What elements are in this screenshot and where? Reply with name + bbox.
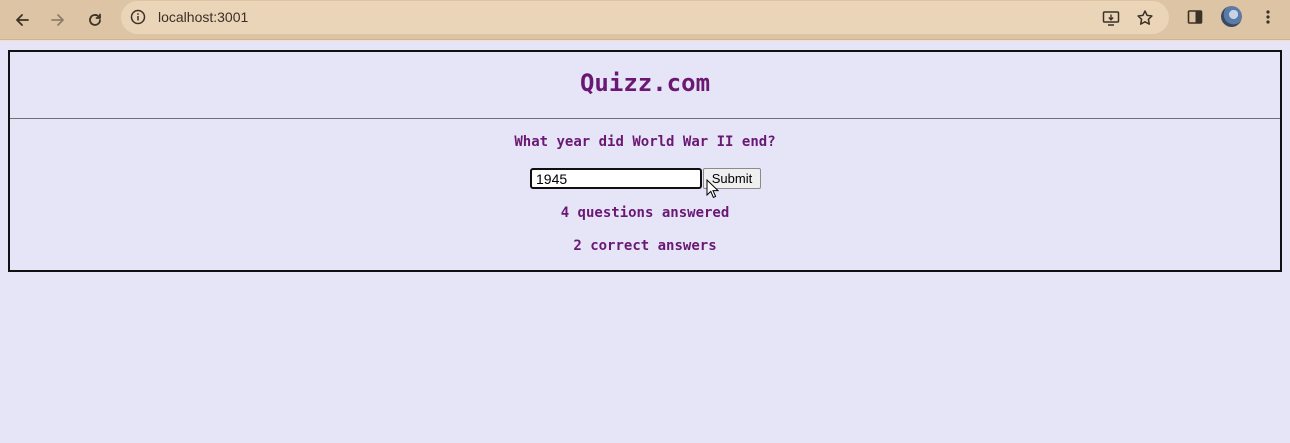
url-text[interactable]: localhost:3001 bbox=[158, 9, 248, 25]
quiz-container: Quizz.com What year did World War II end… bbox=[8, 50, 1282, 272]
address-bar[interactable]: localhost:3001 bbox=[121, 1, 1169, 34]
toolbar-divider bbox=[0, 40, 1290, 42]
install-app-icon[interactable] bbox=[1100, 7, 1122, 29]
side-panel-icon[interactable] bbox=[1184, 6, 1206, 28]
correct-answers-count: 2 correct answers bbox=[573, 238, 717, 254]
reload-icon bbox=[89, 13, 101, 26]
back-button[interactable] bbox=[8, 6, 36, 34]
answer-form: Submit bbox=[530, 167, 761, 190]
page-title: Quizz.com bbox=[579, 69, 711, 97]
star-icon[interactable] bbox=[1134, 7, 1156, 29]
answer-input[interactable] bbox=[530, 168, 702, 189]
arrow-right-icon bbox=[51, 14, 64, 26]
forward-button[interactable] bbox=[44, 6, 72, 34]
quiz-header: Quizz.com bbox=[10, 52, 1280, 119]
kebab-menu-icon[interactable] bbox=[1257, 6, 1279, 28]
avatar[interactable] bbox=[1221, 6, 1242, 27]
question-text: What year did World War II end? bbox=[514, 134, 776, 150]
questions-answered-count: 4 questions answered bbox=[560, 205, 730, 221]
arrow-left-icon bbox=[16, 14, 29, 26]
mouse-cursor-icon bbox=[706, 179, 720, 199]
browser-toolbar: localhost:3001 bbox=[0, 0, 1290, 40]
info-icon[interactable] bbox=[130, 9, 146, 25]
reload-button[interactable] bbox=[81, 6, 109, 34]
